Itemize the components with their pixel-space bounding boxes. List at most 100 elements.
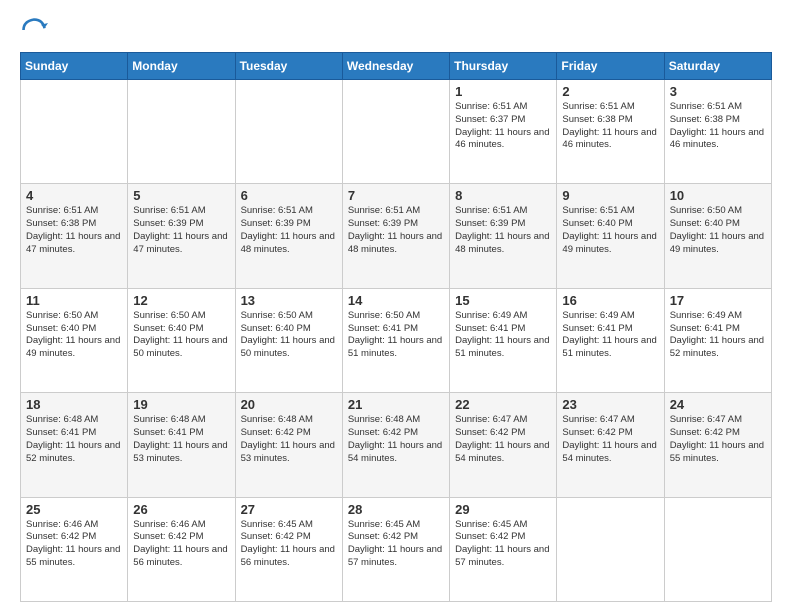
day-info: Sunrise: 6:51 AM Sunset: 6:39 PM Dayligh… [241, 205, 337, 256]
day-header-sunday: Sunday [21, 53, 128, 80]
day-cell: 17 Sunrise: 6:49 AM Sunset: 6:41 PM Dayli… [664, 288, 771, 392]
day-info: Sunrise: 6:48 AM Sunset: 6:42 PM Dayligh… [348, 414, 444, 465]
day-number: 17 [670, 293, 766, 308]
day-header-monday: Monday [128, 53, 235, 80]
day-header-wednesday: Wednesday [342, 53, 449, 80]
day-info: Sunrise: 6:51 AM Sunset: 6:39 PM Dayligh… [455, 205, 551, 256]
day-info: Sunrise: 6:51 AM Sunset: 6:39 PM Dayligh… [348, 205, 444, 256]
day-cell [557, 497, 664, 601]
day-cell: 16 Sunrise: 6:49 AM Sunset: 6:41 PM Dayli… [557, 288, 664, 392]
day-number: 10 [670, 188, 766, 203]
day-header-thursday: Thursday [450, 53, 557, 80]
day-info: Sunrise: 6:49 AM Sunset: 6:41 PM Dayligh… [670, 310, 766, 361]
day-info: Sunrise: 6:45 AM Sunset: 6:42 PM Dayligh… [348, 519, 444, 570]
day-cell: 10 Sunrise: 6:50 AM Sunset: 6:40 PM Dayli… [664, 184, 771, 288]
day-number: 9 [562, 188, 658, 203]
day-cell: 28 Sunrise: 6:45 AM Sunset: 6:42 PM Dayli… [342, 497, 449, 601]
day-number: 15 [455, 293, 551, 308]
day-cell: 7 Sunrise: 6:51 AM Sunset: 6:39 PM Daylig… [342, 184, 449, 288]
day-info: Sunrise: 6:50 AM Sunset: 6:40 PM Dayligh… [670, 205, 766, 256]
day-info: Sunrise: 6:48 AM Sunset: 6:42 PM Dayligh… [241, 414, 337, 465]
day-number: 21 [348, 397, 444, 412]
day-number: 22 [455, 397, 551, 412]
day-cell: 26 Sunrise: 6:46 AM Sunset: 6:42 PM Dayli… [128, 497, 235, 601]
day-info: Sunrise: 6:48 AM Sunset: 6:41 PM Dayligh… [133, 414, 229, 465]
day-cell: 6 Sunrise: 6:51 AM Sunset: 6:39 PM Daylig… [235, 184, 342, 288]
day-cell: 24Sunrise: 6:47 AM Sunset: 6:42 PM Dayli… [664, 393, 771, 497]
day-number: 13 [241, 293, 337, 308]
day-info: Sunrise: 6:51 AM Sunset: 6:38 PM Dayligh… [26, 205, 122, 256]
day-number: 6 [241, 188, 337, 203]
day-header-tuesday: Tuesday [235, 53, 342, 80]
day-number: 16 [562, 293, 658, 308]
day-number: 14 [348, 293, 444, 308]
day-header-saturday: Saturday [664, 53, 771, 80]
week-row-1: 1 Sunrise: 6:51 AM Sunset: 6:37 PM Daylig… [21, 80, 772, 184]
day-cell: 20 Sunrise: 6:48 AM Sunset: 6:42 PM Dayli… [235, 393, 342, 497]
day-number: 5 [133, 188, 229, 203]
logo-icon [20, 16, 48, 44]
day-number: 28 [348, 502, 444, 517]
day-cell: 11Sunrise: 6:50 AM Sunset: 6:40 PM Dayli… [21, 288, 128, 392]
days-header-row: SundayMondayTuesdayWednesdayThursdayFrid… [21, 53, 772, 80]
day-number: 8 [455, 188, 551, 203]
day-cell [21, 80, 128, 184]
week-row-5: 25 Sunrise: 6:46 AM Sunset: 6:42 PM Dayli… [21, 497, 772, 601]
day-number: 1 [455, 84, 551, 99]
day-number: 2 [562, 84, 658, 99]
day-cell [128, 80, 235, 184]
day-info: Sunrise: 6:47 AM Sunset: 6:42 PM Dayligh… [562, 414, 658, 465]
day-cell: 22Sunrise: 6:47 AM Sunset: 6:42 PM Dayli… [450, 393, 557, 497]
day-number: 12 [133, 293, 229, 308]
day-info: Sunrise: 6:50 AM Sunset: 6:40 PM Dayligh… [241, 310, 337, 361]
calendar-table: SundayMondayTuesdayWednesdayThursdayFrid… [20, 52, 772, 602]
day-cell: 19 Sunrise: 6:48 AM Sunset: 6:41 PM Dayli… [128, 393, 235, 497]
day-number: 19 [133, 397, 229, 412]
logo [20, 16, 52, 44]
day-cell: 21 Sunrise: 6:48 AM Sunset: 6:42 PM Dayli… [342, 393, 449, 497]
day-cell [342, 80, 449, 184]
day-info: Sunrise: 6:51 AM Sunset: 6:39 PM Dayligh… [133, 205, 229, 256]
day-cell: 25 Sunrise: 6:46 AM Sunset: 6:42 PM Dayli… [21, 497, 128, 601]
day-info: Sunrise: 6:51 AM Sunset: 6:38 PM Dayligh… [670, 101, 766, 152]
week-row-4: 18Sunrise: 6:48 AM Sunset: 6:41 PM Dayli… [21, 393, 772, 497]
day-info: Sunrise: 6:46 AM Sunset: 6:42 PM Dayligh… [133, 519, 229, 570]
day-info: Sunrise: 6:51 AM Sunset: 6:40 PM Dayligh… [562, 205, 658, 256]
day-info: Sunrise: 6:45 AM Sunset: 6:42 PM Dayligh… [241, 519, 337, 570]
day-info: Sunrise: 6:50 AM Sunset: 6:41 PM Dayligh… [348, 310, 444, 361]
day-info: Sunrise: 6:47 AM Sunset: 6:42 PM Dayligh… [670, 414, 766, 465]
day-number: 25 [26, 502, 122, 517]
week-row-3: 11 Sunrise: 6:50 AM Sunset: 6:40 PM Dayli… [21, 288, 772, 392]
day-number: 20 [241, 397, 337, 412]
day-info: Sunrise: 6:45 AM Sunset: 6:42 PM Dayligh… [455, 519, 551, 570]
header [20, 16, 772, 44]
day-info: Sunrise: 6:49 AM Sunset: 6:41 PM Dayligh… [455, 310, 551, 361]
day-cell: 1 Sunrise: 6:51 AM Sunset: 6:37 PM Daylig… [450, 80, 557, 184]
day-info: Sunrise: 6:51 AM Sunset: 6:37 PM Dayligh… [455, 101, 551, 152]
day-cell: 12 Sunrise: 6:50 AM Sunset: 6:40 PM Dayli… [128, 288, 235, 392]
day-number: 3 [670, 84, 766, 99]
day-cell: 29 Sunrise: 6:45 AM Sunset: 6:42 PM Dayli… [450, 497, 557, 601]
day-info: Sunrise: 6:46 AM Sunset: 6:42 PM Dayligh… [26, 519, 122, 570]
day-cell: 8 Sunrise: 6:51 AM Sunset: 6:39 PM Daylig… [450, 184, 557, 288]
day-number: 7 [348, 188, 444, 203]
week-row-2: 4 Sunrise: 6:51 AM Sunset: 6:38 PM Daylig… [21, 184, 772, 288]
day-cell: 27Sunrise: 6:45 AM Sunset: 6:42 PM Dayli… [235, 497, 342, 601]
day-info: Sunrise: 6:48 AM Sunset: 6:41 PM Dayligh… [26, 414, 122, 465]
day-number: 11 [26, 293, 122, 308]
day-cell: 23 Sunrise: 6:47 AM Sunset: 6:42 PM Dayli… [557, 393, 664, 497]
calendar-page: SundayMondayTuesdayWednesdayThursdayFrid… [0, 0, 792, 612]
day-cell: 9 Sunrise: 6:51 AM Sunset: 6:40 PM Daylig… [557, 184, 664, 288]
day-cell: 3 Sunrise: 6:51 AM Sunset: 6:38 PM Daylig… [664, 80, 771, 184]
day-cell: 4 Sunrise: 6:51 AM Sunset: 6:38 PM Daylig… [21, 184, 128, 288]
day-number: 23 [562, 397, 658, 412]
day-cell: 2 Sunrise: 6:51 AM Sunset: 6:38 PM Daylig… [557, 80, 664, 184]
day-info: Sunrise: 6:50 AM Sunset: 6:40 PM Dayligh… [133, 310, 229, 361]
day-info: Sunrise: 6:51 AM Sunset: 6:38 PM Dayligh… [562, 101, 658, 152]
day-info: Sunrise: 6:49 AM Sunset: 6:41 PM Dayligh… [562, 310, 658, 361]
day-cell: 15 Sunrise: 6:49 AM Sunset: 6:41 PM Dayli… [450, 288, 557, 392]
day-number: 26 [133, 502, 229, 517]
day-number: 29 [455, 502, 551, 517]
day-number: 4 [26, 188, 122, 203]
day-cell [235, 80, 342, 184]
